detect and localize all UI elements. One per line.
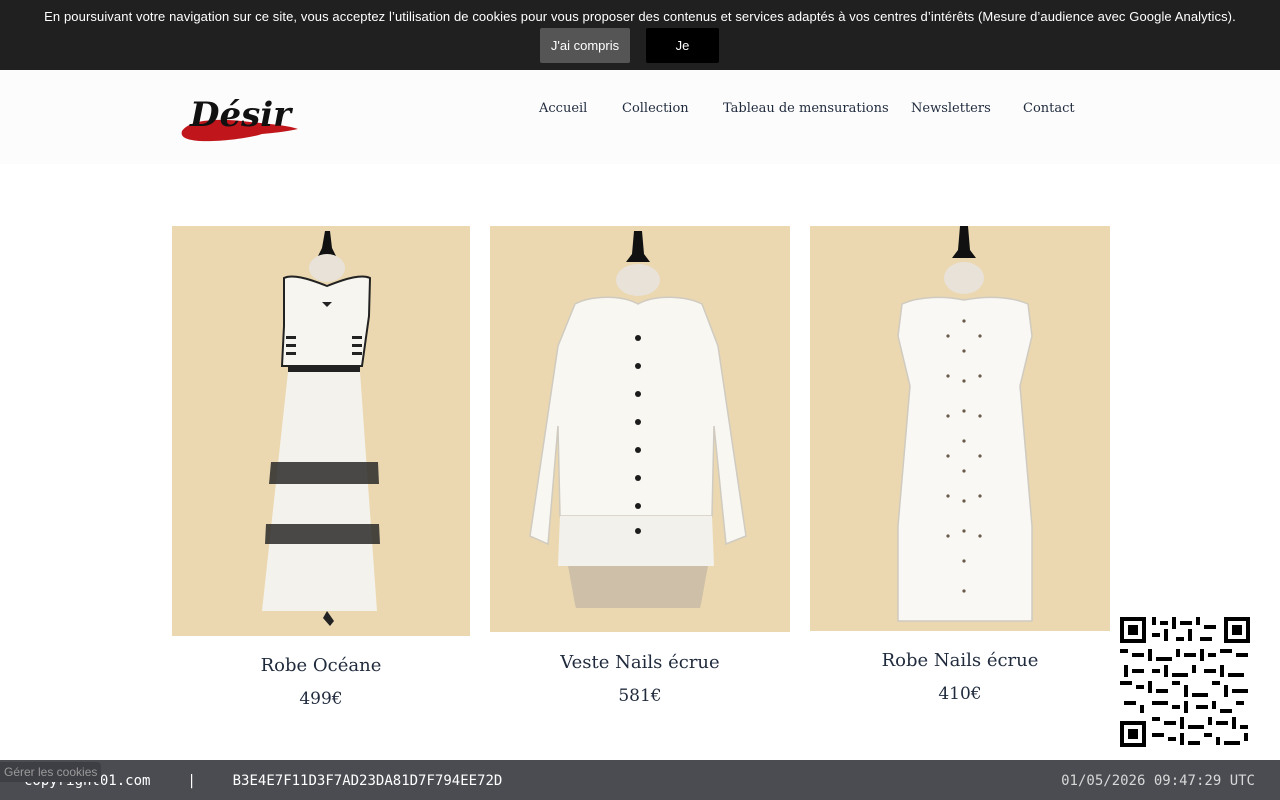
product-price-robe-nails-ecrue: 410€ bbox=[938, 684, 982, 704]
product-name-veste-nails-ecrue[interactable]: Veste Nails écrue bbox=[490, 652, 790, 673]
nav-collection[interactable]: Collection bbox=[622, 101, 689, 119]
refuse-cookies-button[interactable]: Je refuse bbox=[646, 28, 719, 88]
nav-newsletters[interactable]: Newsletters bbox=[911, 101, 991, 119]
product-image-veste-nails-ecrue[interactable] bbox=[490, 226, 790, 632]
qr-code bbox=[1118, 615, 1252, 749]
product-name-robe-oceane[interactable]: Robe Océane bbox=[172, 655, 470, 676]
site-logo[interactable]: Désir bbox=[180, 86, 300, 144]
product-price-robe-oceane: 499€ bbox=[299, 689, 343, 709]
product-image-robe-oceane[interactable] bbox=[172, 226, 470, 636]
footer-bar: copyright01.com | B3E4E7F11D3F7AD23DA81D… bbox=[0, 760, 1280, 800]
logo-text: Désir bbox=[189, 95, 293, 135]
cookie-message: En poursuivant votre navigation sur ce s… bbox=[44, 9, 1236, 24]
nav-accueil[interactable]: Accueil bbox=[539, 101, 587, 119]
footer-separator: | bbox=[187, 773, 196, 789]
cookie-banner: En poursuivant votre navigation sur ce s… bbox=[0, 0, 1280, 88]
nav-contact[interactable]: Contact bbox=[1023, 101, 1075, 119]
footer-timestamp: 01/05/2026 09:47:29 UTC bbox=[1061, 773, 1255, 789]
accept-cookies-button[interactable]: J'ai compris bbox=[540, 28, 630, 63]
product-name-robe-nails-ecrue[interactable]: Robe Nails écrue bbox=[810, 650, 1110, 671]
nav-tableau-de-mensurations[interactable]: Tableau de mensurations bbox=[723, 101, 889, 119]
product-price-veste-nails-ecrue: 581€ bbox=[618, 686, 662, 706]
manage-cookies-button[interactable]: Gérer les cookies bbox=[0, 762, 102, 782]
product-image-robe-nails-ecrue[interactable] bbox=[810, 226, 1110, 631]
footer-hash: B3E4E7F11D3F7AD23DA81D7F794EE72D bbox=[232, 773, 503, 789]
